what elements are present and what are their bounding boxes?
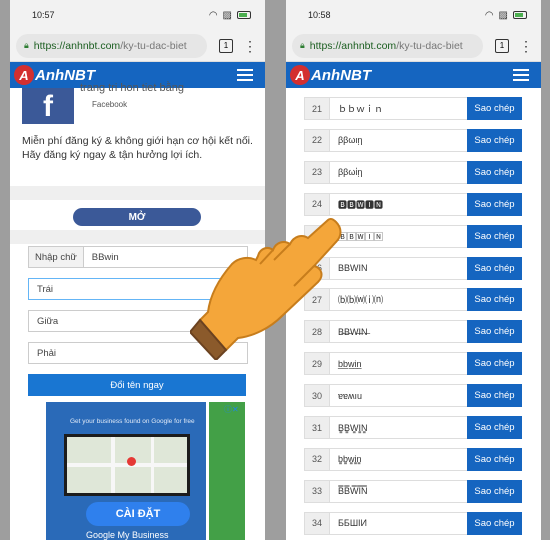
wifi-icon: ◠ bbox=[208, 9, 218, 21]
tab-switcher-button[interactable]: 1 bbox=[495, 38, 509, 53]
align-right-label: Phải bbox=[37, 347, 57, 359]
status-time: 10:58 bbox=[308, 10, 331, 20]
copy-button[interactable]: Sao chép bbox=[467, 511, 522, 535]
table-row: 23 ββωἰῃ Sao chép bbox=[304, 160, 522, 184]
input-label: Nhập chữ bbox=[29, 247, 84, 267]
row-number: 21 bbox=[304, 97, 330, 120]
facebook-logo-icon: f bbox=[22, 88, 74, 124]
adchoices-icon[interactable]: ⓘ✕ bbox=[224, 404, 239, 415]
copy-button[interactable]: Sao chép bbox=[467, 128, 522, 152]
ad-app-name: Google My Business bbox=[86, 530, 169, 540]
row-number: 23 bbox=[304, 160, 330, 184]
styled-text[interactable]: ββωἰῃ bbox=[330, 160, 467, 184]
hamburger-menu-icon[interactable] bbox=[513, 69, 529, 81]
lock-icon: 🔒︎ bbox=[300, 40, 305, 50]
table-row: 31 B̳B̳W̳I̳N̳ Sao chép bbox=[304, 416, 522, 439]
address-bar[interactable]: 🔒︎ https://anhnbt.com /ky-tu-dac-biet bbox=[16, 33, 207, 58]
url-path: /ky-tu-dac-biet bbox=[396, 39, 463, 52]
table-row: 34 ББШIИ Sao chép bbox=[304, 511, 522, 535]
pointing-hand-icon bbox=[190, 217, 342, 360]
copy-button[interactable]: Sao chép bbox=[467, 447, 522, 471]
logo-mark: A bbox=[290, 65, 310, 85]
row-number: 22 bbox=[304, 128, 330, 152]
table-row: 33 B̿B̿W̿I̿N̿ Sao chép bbox=[304, 479, 522, 503]
rename-button[interactable]: Đổi tên ngay bbox=[28, 374, 246, 396]
status-bar: 10:57 ◠ ▨ bbox=[10, 0, 265, 30]
wifi-icon: ◠ bbox=[484, 9, 494, 21]
styled-text[interactable]: B̶B̶W̶I̶N̶ bbox=[330, 320, 467, 344]
styled-text[interactable]: b̲b̲w̲i̲n̲ bbox=[330, 352, 467, 376]
styled-text[interactable]: 🄱🄱🅆🄸🄽 bbox=[330, 224, 467, 248]
site-logo[interactable]: A AnhNBT bbox=[290, 65, 371, 85]
install-button[interactable]: CÀI ĐẶT bbox=[86, 502, 190, 526]
ad-source: Facebook bbox=[92, 100, 128, 109]
row-number: 34 bbox=[304, 511, 330, 535]
copy-button[interactable]: Sao chép bbox=[467, 224, 522, 248]
browser-toolbar: 🔒︎ https://anhnbt.com /ky-tu-dac-biet 1 … bbox=[286, 30, 541, 62]
ad-side-panel bbox=[209, 402, 245, 540]
copy-button[interactable]: Sao chép bbox=[467, 160, 522, 184]
copy-button[interactable]: Sao chép bbox=[467, 192, 522, 216]
hamburger-menu-icon[interactable] bbox=[237, 69, 253, 81]
site-header: A AnhNBT bbox=[286, 62, 541, 88]
url-host: https://anhnbt.com bbox=[33, 39, 121, 52]
logo-text: AnhNBT bbox=[311, 66, 371, 84]
styled-text[interactable]: ББШIИ bbox=[330, 511, 467, 535]
battery-icon bbox=[513, 11, 527, 19]
styled-text[interactable]: B̿B̿W̿I̿N̿ bbox=[330, 479, 467, 503]
lock-icon: 🔒︎ bbox=[24, 40, 29, 50]
logo-mark: A bbox=[14, 65, 34, 85]
styled-text[interactable]: ββωιῃ bbox=[330, 128, 467, 152]
styled-text[interactable]: b̳b̳w̳i̳n̳ bbox=[330, 447, 467, 471]
styled-text[interactable]: 🅱🅱🆆🅸🅽 bbox=[330, 192, 467, 216]
align-center-label: Giữa bbox=[37, 315, 59, 327]
row-number: 33 bbox=[304, 479, 330, 503]
browser-toolbar: 🔒︎ https://anhnbt.com /ky-tu-dac-biet 1 … bbox=[10, 30, 265, 62]
copy-button[interactable]: Sao chép bbox=[467, 416, 522, 439]
table-row: 32 b̳b̳w̳i̳n̳ Sao chép bbox=[304, 447, 522, 471]
styled-text[interactable]: B̳B̳W̳I̳N̳ bbox=[330, 416, 467, 439]
ad-description: Miễn phí đăng ký & không giới hạn cơ hội… bbox=[22, 135, 253, 161]
status-icons: ◠ ▨ bbox=[485, 10, 527, 21]
copy-button[interactable]: Sao chép bbox=[467, 384, 522, 408]
status-time: 10:57 bbox=[32, 10, 55, 20]
ad-banner[interactable]: Get your business found on Google for fr… bbox=[46, 402, 206, 540]
signal-icon: ▨ bbox=[222, 9, 232, 21]
status-icons: ◠ ▨ bbox=[209, 10, 251, 21]
address-bar[interactable]: 🔒︎ https://anhnbt.com /ky-tu-dac-biet bbox=[292, 33, 483, 58]
ad-title: trang tri hon tiet bằng bbox=[80, 82, 184, 94]
url-host: https://anhnbt.com bbox=[309, 39, 397, 52]
map-image bbox=[64, 434, 190, 496]
copy-button[interactable]: Sao chép bbox=[467, 320, 522, 344]
copy-button[interactable]: Sao chép bbox=[467, 97, 522, 120]
styled-text[interactable]: ⒝⒝⒲⒤⒩ bbox=[330, 288, 467, 312]
signal-icon: ▨ bbox=[498, 9, 508, 21]
styled-text[interactable]: BBWIN bbox=[330, 256, 467, 280]
more-menu-icon[interactable]: ⋮ bbox=[519, 39, 533, 53]
styled-text[interactable]: ｂｂｗｉｎ bbox=[330, 97, 467, 120]
map-pin-icon bbox=[127, 457, 136, 466]
row-number: 32 bbox=[304, 447, 330, 471]
row-number: 30 bbox=[304, 384, 330, 408]
section-divider bbox=[10, 186, 265, 200]
status-bar: 10:58 ◠ ▨ bbox=[286, 0, 541, 30]
copy-button[interactable]: Sao chép bbox=[467, 288, 522, 312]
styled-text[interactable]: ɐɐʍıu bbox=[330, 384, 467, 408]
text-input[interactable]: BBwin bbox=[84, 252, 127, 263]
open-button[interactable]: MỞ bbox=[73, 208, 201, 226]
row-number: 31 bbox=[304, 416, 330, 439]
url-path: /ky-tu-dac-biet bbox=[120, 39, 187, 52]
copy-button[interactable]: Sao chép bbox=[467, 479, 522, 503]
copy-button[interactable]: Sao chép bbox=[467, 256, 522, 280]
table-row: 21 ｂｂｗｉｎ Sao chép bbox=[304, 97, 522, 120]
ad-headline: Get your business found on Google for fr… bbox=[70, 418, 195, 425]
table-row: 22 ββωιῃ Sao chép bbox=[304, 128, 522, 152]
more-menu-icon[interactable]: ⋮ bbox=[243, 39, 257, 53]
copy-button[interactable]: Sao chép bbox=[467, 352, 522, 376]
table-row: 30 ɐɐʍıu Sao chép bbox=[304, 384, 522, 408]
align-left-label: Trái bbox=[37, 283, 54, 295]
tab-switcher-button[interactable]: 1 bbox=[219, 38, 233, 53]
battery-icon bbox=[237, 11, 251, 19]
logo-text: AnhNBT bbox=[35, 66, 95, 84]
